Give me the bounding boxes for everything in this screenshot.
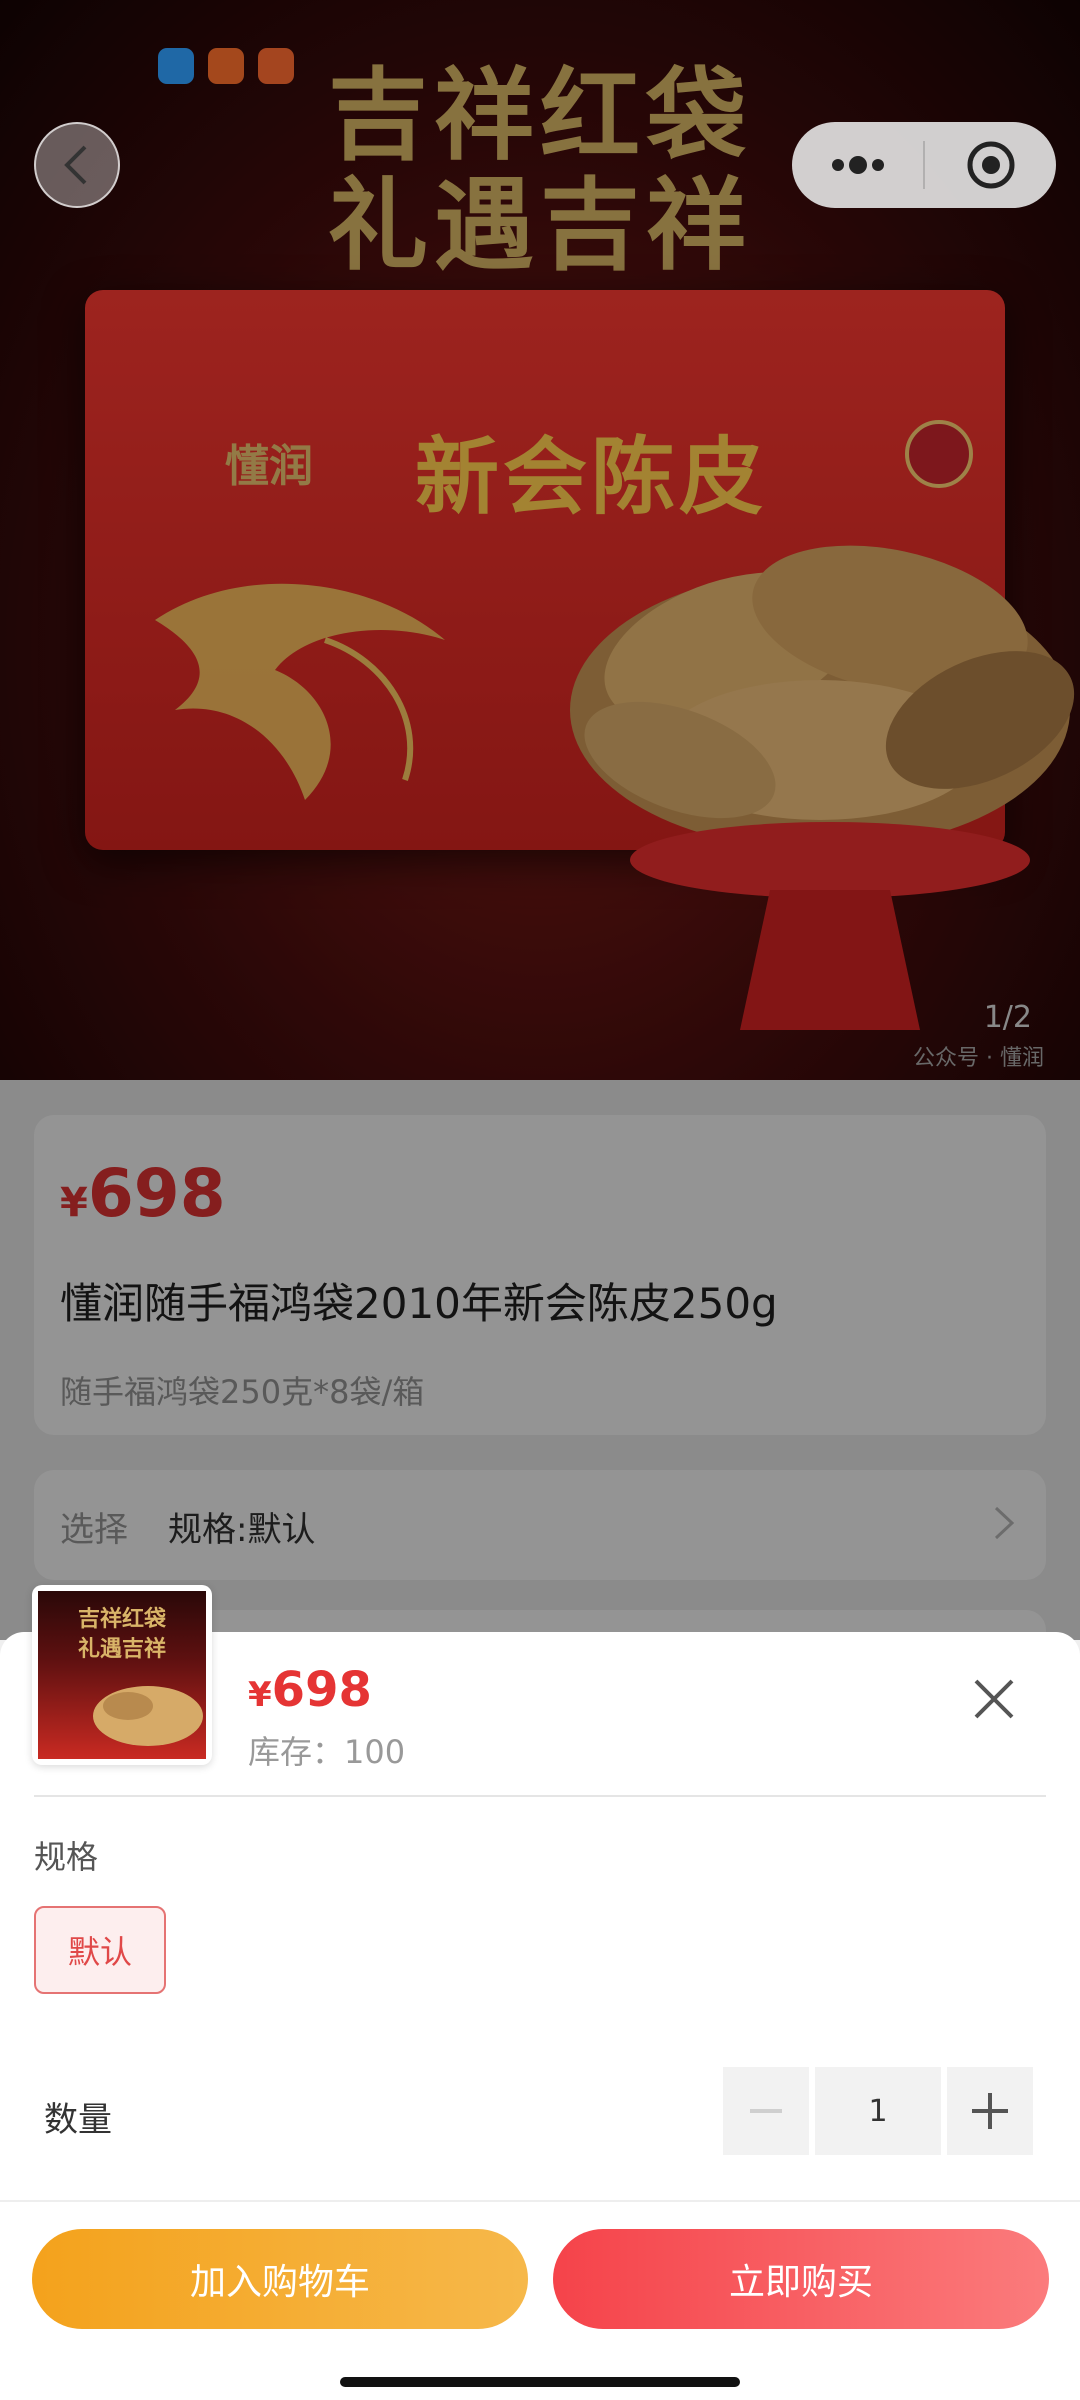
stock-count: 库存：100 xyxy=(248,1733,406,1771)
more-dots-icon xyxy=(831,156,884,174)
close-miniprogram-button[interactable] xyxy=(925,122,1056,208)
back-button[interactable] xyxy=(34,122,120,208)
spec-option-default[interactable]: 默认 xyxy=(34,1906,166,1994)
sku-thumbnail: 吉祥红袋 礼遇吉祥 xyxy=(32,1585,212,1765)
quantity-input[interactable]: 1 xyxy=(815,2067,941,2155)
add-to-cart-button[interactable]: 加入购物车 xyxy=(32,2229,528,2329)
sheet-price: ¥698 xyxy=(248,1662,372,1718)
quantity-label: 数量 xyxy=(44,2100,112,2140)
more-button[interactable] xyxy=(792,122,923,208)
quantity-stepper: 1 xyxy=(723,2067,1033,2155)
close-sheet-button[interactable] xyxy=(965,1670,1023,1728)
sheet-divider xyxy=(34,1795,1046,1797)
minus-icon xyxy=(750,2109,782,2113)
thumb-text-line2: 礼遇吉祥 xyxy=(77,1636,166,1662)
home-indicator[interactable] xyxy=(340,2377,740,2387)
decrease-quantity-button[interactable] xyxy=(723,2067,809,2155)
mini-program-capsule xyxy=(792,122,1056,208)
close-icon xyxy=(974,1679,1014,1719)
spec-heading: 规格 xyxy=(34,1838,99,1876)
chevron-left-icon xyxy=(64,145,87,185)
action-bar-separator xyxy=(0,2200,1080,2202)
modal-backdrop[interactable] xyxy=(0,1080,1080,1640)
sku-bottom-sheet: 吉祥红袋 礼遇吉祥 ¥698 库存：100 规格 默认 数量 1 加入购物车 立… xyxy=(0,1585,1080,2400)
plus-icon xyxy=(972,2093,1008,2129)
thumb-text-line1: 吉祥红袋 xyxy=(77,1606,166,1632)
increase-quantity-button[interactable] xyxy=(947,2067,1033,2155)
thumb-peel-image xyxy=(93,1686,203,1746)
target-circle-icon xyxy=(967,141,1014,189)
buy-now-button[interactable]: 立即购买 xyxy=(553,2229,1049,2329)
